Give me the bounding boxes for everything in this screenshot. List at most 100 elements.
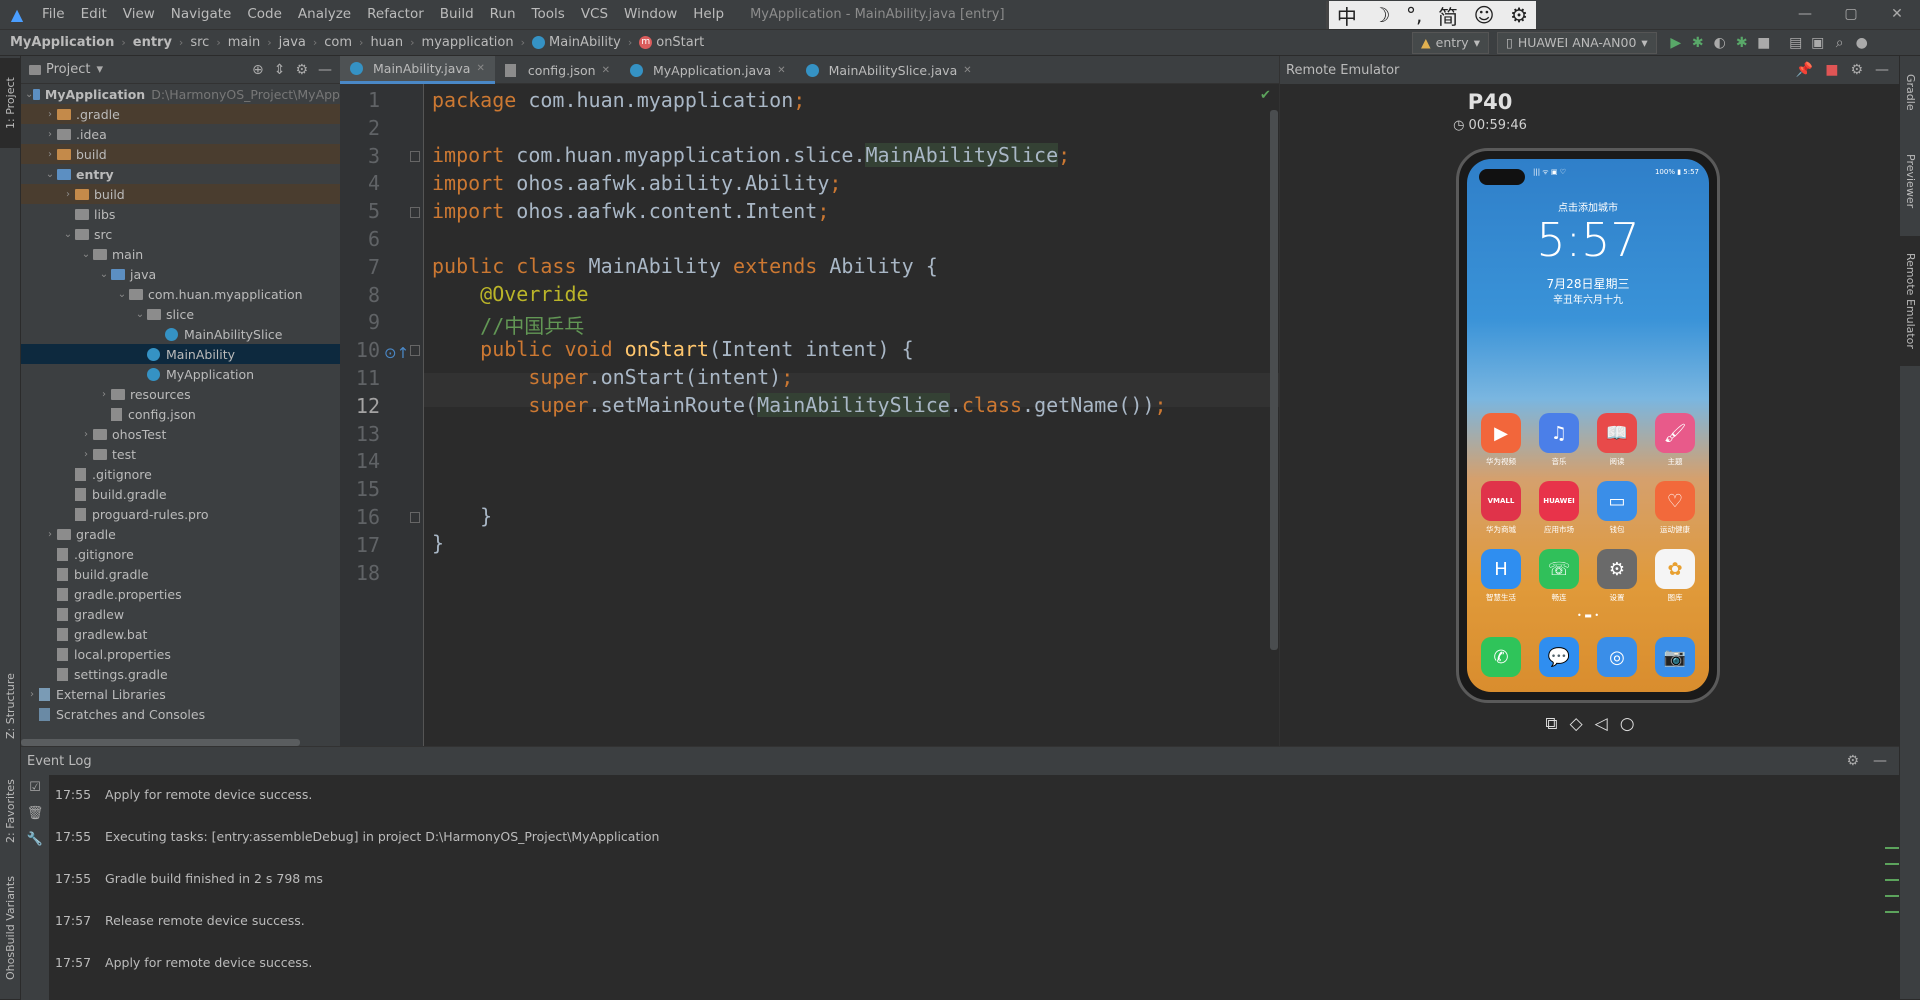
tree-item[interactable]: build.gradle bbox=[21, 564, 340, 584]
chevron-down-icon[interactable]: ⌄ bbox=[25, 89, 33, 100]
ime-button[interactable]: °, bbox=[1406, 3, 1422, 27]
hide-icon[interactable]: — bbox=[1875, 62, 1889, 78]
menu-code[interactable]: Code bbox=[239, 0, 290, 29]
chevron-right-icon[interactable]: › bbox=[43, 129, 57, 140]
chevron-right-icon[interactable]: › bbox=[25, 689, 39, 700]
chevron-down-icon[interactable]: ⌄ bbox=[133, 309, 147, 320]
fold-marker-icon[interactable] bbox=[410, 345, 420, 356]
tree-item[interactable]: MyApplication bbox=[21, 364, 340, 384]
chevron-right-icon[interactable]: › bbox=[43, 109, 57, 120]
tree-item[interactable]: gradlew.bat bbox=[21, 624, 340, 644]
recent-apps-icon[interactable]: ⧉ bbox=[1545, 714, 1557, 734]
tree-item[interactable]: build.gradle bbox=[21, 484, 340, 504]
tree-item[interactable]: › .idea bbox=[21, 124, 340, 144]
tree-item[interactable]: › gradle bbox=[21, 524, 340, 544]
menu-window[interactable]: Window bbox=[616, 0, 685, 29]
close-icon[interactable]: ✕ bbox=[476, 63, 484, 74]
fold-marker-icon[interactable] bbox=[410, 151, 420, 162]
tree-item[interactable]: .gitignore bbox=[21, 544, 340, 564]
tab-structure[interactable]: Z: Structure bbox=[0, 656, 21, 756]
chevron-right-icon[interactable]: › bbox=[97, 389, 111, 400]
chevron-right-icon[interactable]: › bbox=[43, 529, 57, 540]
tree-item[interactable]: ⌄ java bbox=[21, 264, 340, 284]
tab-gradle[interactable]: Gradle bbox=[1900, 62, 1920, 122]
rotate-icon[interactable]: ◇ bbox=[1570, 714, 1583, 734]
chevron-down-icon[interactable]: ⌄ bbox=[115, 289, 129, 300]
tree-item[interactable]: › .gradle bbox=[21, 104, 340, 124]
menu-help[interactable]: Help bbox=[685, 0, 732, 29]
tab-favorites[interactable]: 2: Favorites bbox=[0, 766, 21, 856]
close-icon[interactable]: ✕ bbox=[777, 65, 785, 76]
search-icon[interactable]: ⌕ bbox=[1829, 32, 1851, 54]
app-icon[interactable]: ♫ 音乐 bbox=[1535, 413, 1583, 467]
tab-previewer[interactable]: Previewer bbox=[1900, 136, 1920, 226]
app-icon[interactable]: ⚙ 设置 bbox=[1593, 549, 1641, 603]
stop-emulator-icon[interactable]: ■ bbox=[1825, 62, 1838, 78]
fold-marker-icon[interactable] bbox=[410, 512, 420, 523]
tree-item[interactable]: ⌄ main bbox=[21, 244, 340, 264]
ime-button[interactable]: ☽ bbox=[1372, 3, 1390, 27]
hide-icon[interactable]: — bbox=[1873, 753, 1887, 769]
chevron-right-icon[interactable]: › bbox=[79, 449, 93, 460]
sdk-manager-icon[interactable]: ▤ bbox=[1785, 32, 1807, 54]
chevron-down-icon[interactable]: ⌄ bbox=[79, 249, 93, 260]
app-icon[interactable]: 🖌 主题 bbox=[1651, 413, 1699, 467]
close-button[interactable]: ✕ bbox=[1874, 0, 1920, 29]
tree-item[interactable]: config.json bbox=[21, 404, 340, 424]
ime-button[interactable]: 简 bbox=[1438, 1, 1458, 30]
chevron-down-icon[interactable]: ⌄ bbox=[61, 229, 75, 240]
breadcrumb-item[interactable]: main bbox=[228, 35, 260, 50]
home-icon[interactable]: ○ bbox=[1620, 714, 1635, 734]
tree-item[interactable]: ⌄ MyApplication D:\HarmonyOS_Project\MyApp bbox=[21, 84, 340, 104]
chevron-right-icon[interactable]: › bbox=[61, 189, 75, 200]
back-icon[interactable]: ◁ bbox=[1595, 714, 1608, 734]
tree-item[interactable]: settings.gradle bbox=[21, 664, 340, 684]
tree-item[interactable]: libs bbox=[21, 204, 340, 224]
ime-button[interactable]: 中 bbox=[1337, 1, 1357, 30]
project-structure-icon[interactable]: ▣ bbox=[1807, 32, 1829, 54]
menu-run[interactable]: Run bbox=[482, 0, 524, 29]
menu-tools[interactable]: Tools bbox=[524, 0, 573, 29]
tree-item[interactable]: MainAbilitySlice bbox=[21, 324, 340, 344]
breadcrumb-item[interactable]: myapplication bbox=[422, 35, 514, 50]
chevron-down-icon[interactable]: ⌄ bbox=[97, 269, 111, 280]
mark-all-read-icon[interactable]: ☑ bbox=[21, 775, 49, 801]
tree-item[interactable]: gradlew bbox=[21, 604, 340, 624]
app-icon[interactable]: HUAWEI 应用市场 bbox=[1535, 481, 1583, 535]
locate-icon[interactable]: ⊕ bbox=[252, 62, 264, 78]
chevron-right-icon[interactable]: › bbox=[43, 149, 57, 160]
device-dropdown[interactable]: ▯ HUAWEI ANA-AN00 ▾ bbox=[1496, 32, 1657, 54]
tree-item[interactable]: › build bbox=[21, 144, 340, 164]
app-icon[interactable]: ▶ 华为视频 bbox=[1477, 413, 1525, 467]
app-icon[interactable]: 📖 阅读 bbox=[1593, 413, 1641, 467]
app-icon[interactable]: ✆ bbox=[1477, 637, 1525, 677]
menu-file[interactable]: File bbox=[34, 0, 73, 29]
app-icon[interactable]: ✿ 图库 bbox=[1651, 549, 1699, 603]
tab-config-json[interactable]: config.json ✕ bbox=[495, 56, 620, 84]
tree-item[interactable]: ⌄ com.huan.myapplication bbox=[21, 284, 340, 304]
run-icon[interactable]: ▶ bbox=[1665, 32, 1687, 54]
breadcrumb-item[interactable]: MainAbility bbox=[549, 35, 621, 50]
tree-item[interactable]: › build bbox=[21, 184, 340, 204]
wrench-icon[interactable]: 🔧 bbox=[21, 827, 49, 853]
tree-item[interactable]: .gitignore bbox=[21, 464, 340, 484]
attach-debugger-icon[interactable]: ✱ bbox=[1731, 32, 1753, 54]
phone-screen[interactable]: ||| ᯤ ▣ ♡ 100% ▮ 5:57 点击添加城市 5:57 7月28日星… bbox=[1467, 159, 1709, 692]
close-icon[interactable]: ✕ bbox=[602, 65, 610, 76]
chevron-down-icon[interactable]: ⌄ bbox=[43, 169, 57, 180]
chevron-right-icon[interactable]: › bbox=[79, 429, 93, 440]
app-icon[interactable]: 📷 bbox=[1651, 637, 1699, 677]
ime-button[interactable]: ⚙ bbox=[1510, 3, 1528, 27]
code-editor[interactable]: 1 2 3 4 5 6 7 8 9 10 11 12 13 14 15 16 17 18 ⊙↑ package co… bbox=[340, 84, 1279, 746]
pin-icon[interactable]: 📌 bbox=[1796, 62, 1813, 78]
menu-analyze[interactable]: Analyze bbox=[290, 0, 359, 29]
tree-item[interactable]: › External Libraries bbox=[21, 684, 340, 704]
tree-item[interactable]: ⌄ slice bbox=[21, 304, 340, 324]
breadcrumb-item[interactable]: huan bbox=[370, 35, 403, 50]
tree-item[interactable]: ⌄ src bbox=[21, 224, 340, 244]
breadcrumb-item[interactable]: com bbox=[324, 35, 352, 50]
tree-item[interactable]: ⌄ entry bbox=[21, 164, 340, 184]
stop-icon[interactable]: ■ bbox=[1753, 32, 1775, 54]
breadcrumb-item[interactable]: src bbox=[190, 35, 209, 50]
tree-item[interactable]: Scratches and Consoles bbox=[21, 704, 340, 724]
